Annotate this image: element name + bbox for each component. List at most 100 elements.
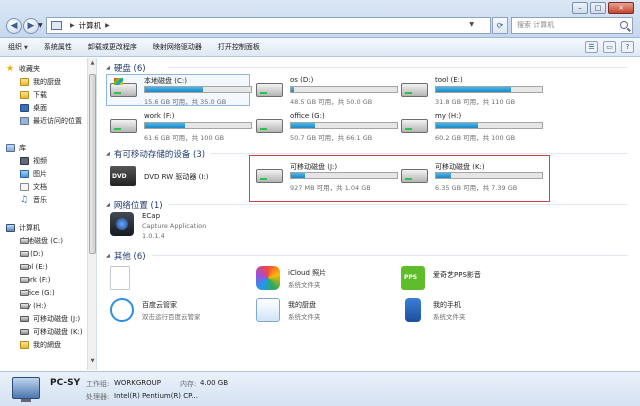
sidebar-item-netdisk-2[interactable]: 我的網盘: [20, 339, 61, 351]
sidebar-item-desktop[interactable]: 桌面: [20, 102, 47, 114]
other-item-desc: 系统文件夹: [288, 281, 321, 289]
collapse-triangle-icon[interactable]: ◢: [106, 202, 110, 208]
group-header-label: 网络位置 (1): [113, 201, 163, 211]
group-divider: [152, 255, 628, 256]
drive-k[interactable]: 可移动磁盘 (K:) 6.35 GB 可用，共 7.39 GB: [401, 162, 543, 192]
network-item-ecap[interactable]: ECap Capture Application 1.0.1.4: [110, 212, 240, 244]
group-header-removable[interactable]: ◢ 有可移动存储的设备 (3): [106, 148, 205, 160]
pps-player-icon: [401, 266, 425, 290]
windows-drive-icon: [110, 78, 137, 97]
sidebar-item-computer[interactable]: 计算机: [6, 222, 40, 234]
search-icon[interactable]: [620, 21, 628, 29]
other-item-my-phone[interactable]: 我的手机 系统文件夹: [401, 298, 541, 326]
sidebar-item-drive-j[interactable]: 可移动磁盘 (J:): [20, 313, 80, 325]
system-properties-button[interactable]: 系统属性: [36, 38, 80, 57]
scroll-up-icon[interactable]: ▲: [89, 60, 96, 68]
computer-icon: [6, 224, 15, 232]
sidebar-item-drive-k[interactable]: 可移动磁盘 (K:): [20, 326, 83, 338]
address-bar[interactable]: ▶ 计算机 ▶ ▼: [46, 17, 491, 34]
close-button[interactable]: ×: [608, 2, 634, 14]
memory-label: 内存:: [180, 380, 197, 388]
hard-drive-icon: [401, 119, 428, 133]
drive-usage-fill: [436, 123, 479, 128]
group-header-other[interactable]: ◢ 其他 (6): [106, 250, 146, 262]
group-header-hard-disks[interactable]: ◢ 硬盘 (6): [106, 62, 146, 74]
recent-places-icon: [20, 117, 29, 125]
sidebar-item-documents[interactable]: 文档: [20, 181, 47, 193]
other-item-blank[interactable]: [110, 266, 240, 294]
sidebar-item-favorites[interactable]: ★ 收藏夹: [6, 63, 40, 75]
drive-f[interactable]: work (F:) 61.6 GB 可用，共 100 GB: [110, 112, 252, 142]
breadcrumb-location[interactable]: 计算机: [79, 20, 102, 31]
history-dropdown-icon[interactable]: ▼: [38, 22, 43, 29]
collapse-triangle-icon[interactable]: ◢: [106, 151, 110, 157]
group-header-network[interactable]: ◢ 网络位置 (1): [106, 199, 163, 211]
group-divider: [210, 153, 628, 154]
breadcrumb-chevron-icon[interactable]: ▶: [70, 22, 75, 29]
sidebar-item-recent-places[interactable]: 最近访问的位置: [20, 115, 82, 127]
scroll-down-icon[interactable]: ▼: [89, 358, 96, 366]
sidebar-item-label: 库: [19, 144, 26, 152]
drive-usage-fill: [436, 87, 512, 92]
view-options-icon[interactable]: ☰: [585, 41, 598, 53]
sidebar-item-pictures[interactable]: 图片: [20, 168, 47, 180]
window-controls: – □ ×: [570, 2, 634, 14]
sidebar-item-drive-h[interactable]: my (H:): [20, 300, 46, 312]
other-item-icloud-photos[interactable]: iCloud 照片 系统文件夹: [256, 266, 396, 294]
refresh-button[interactable]: ⟳: [492, 17, 508, 34]
sidebar-item-music[interactable]: ♫ 音乐: [20, 194, 47, 206]
drive-usage-fill: [291, 87, 295, 92]
open-control-panel-button[interactable]: 打开控制面板: [210, 38, 268, 57]
sidebar-item-drive-f[interactable]: work (F:): [20, 274, 50, 286]
sidebar-item-downloads[interactable]: 下载: [20, 89, 47, 101]
drive-g[interactable]: office (G:) 50.7 GB 可用，共 66.1 GB: [256, 112, 398, 142]
other-item-name: 我的手机: [433, 301, 461, 309]
maximize-button[interactable]: □: [590, 2, 606, 14]
workgroup-value: WORKGROUP: [114, 379, 162, 387]
sidebar-item-netdisk[interactable]: 我的厨盘: [20, 76, 61, 88]
address-dropdown-icon[interactable]: ▼: [469, 21, 474, 28]
dvd-drive[interactable]: DVD RW 驱动器 (I:): [110, 164, 240, 192]
search-input[interactable]: 搜索 计算机: [511, 17, 633, 34]
drive-j[interactable]: 可移动磁盘 (J:) 927 MB 可用，共 1.04 GB: [256, 162, 398, 192]
minimize-button[interactable]: –: [572, 2, 588, 14]
network-item-desc: Capture Application: [142, 222, 207, 230]
sidebar-item-videos[interactable]: 视频: [20, 155, 47, 167]
drive-c[interactable]: 本地磁盘 (C:) 15.6 GB 可用，共 35.0 GB: [110, 76, 252, 106]
drive-name: tool (E:): [435, 76, 463, 84]
other-item-pps[interactable]: 爱奇艺PPS影音: [401, 266, 541, 294]
breadcrumb-chevron-icon[interactable]: ▶: [105, 22, 110, 29]
sidebar-item-drive-d[interactable]: os (D:): [20, 248, 43, 260]
uninstall-program-button[interactable]: 卸载或更改程序: [80, 38, 145, 57]
help-icon[interactable]: ?: [621, 41, 634, 53]
removable-drive-icon: [20, 316, 29, 322]
drive-e[interactable]: tool (E:) 31.8 GB 可用，共 110 GB: [401, 76, 543, 106]
scrollbar-thumb[interactable]: [89, 74, 96, 254]
sidebar-item-label: 我的厨盘: [33, 78, 61, 86]
computer-name: PC-SY: [50, 378, 81, 388]
drive-name: 本地磁盘 (C:): [144, 77, 187, 85]
sidebar-item-libraries[interactable]: 库: [6, 142, 26, 154]
other-item-baidu-cloud[interactable]: 百度云管家 双击运行百度云管家: [110, 298, 250, 326]
group-divider: [168, 204, 628, 205]
title-bar: – □ × ◀ ▶ ▼ ▶ 计算机 ▶ ▼ ⟳ 搜索 计算机: [0, 0, 640, 38]
collapse-triangle-icon[interactable]: ◢: [106, 65, 110, 71]
back-button[interactable]: ◀: [6, 18, 22, 34]
drive-usage-bar: [435, 86, 543, 93]
collapse-triangle-icon[interactable]: ◢: [106, 253, 110, 259]
forward-button[interactable]: ▶: [23, 18, 39, 34]
other-item-desc: 双击运行百度云管家: [142, 313, 201, 321]
sidebar-item-drive-e[interactable]: tool (E:): [20, 261, 48, 273]
sidebar-scrollbar[interactable]: ▲ ▼: [87, 58, 96, 370]
drive-d[interactable]: os (D:) 48.5 GB 可用，共 50.0 GB: [256, 76, 398, 106]
drive-h[interactable]: my (H:) 60.2 GB 可用，共 100 GB: [401, 112, 543, 142]
sidebar-item-drive-c[interactable]: 本地磁盘 (C:): [20, 235, 63, 247]
preview-pane-icon[interactable]: ▭: [603, 41, 616, 53]
sidebar-item-label: 可移动磁盘 (J:): [33, 315, 81, 323]
organize-button[interactable]: 组织 ▼: [0, 38, 36, 57]
drive-usage-bar: [144, 86, 252, 93]
drive-name: office (G:): [290, 112, 325, 120]
map-network-drive-button[interactable]: 映射网络驱动器: [145, 38, 210, 57]
other-item-netdisk[interactable]: 我的厨盘 系统文件夹: [256, 298, 396, 326]
sidebar-item-drive-g[interactable]: office (G:): [20, 287, 55, 299]
